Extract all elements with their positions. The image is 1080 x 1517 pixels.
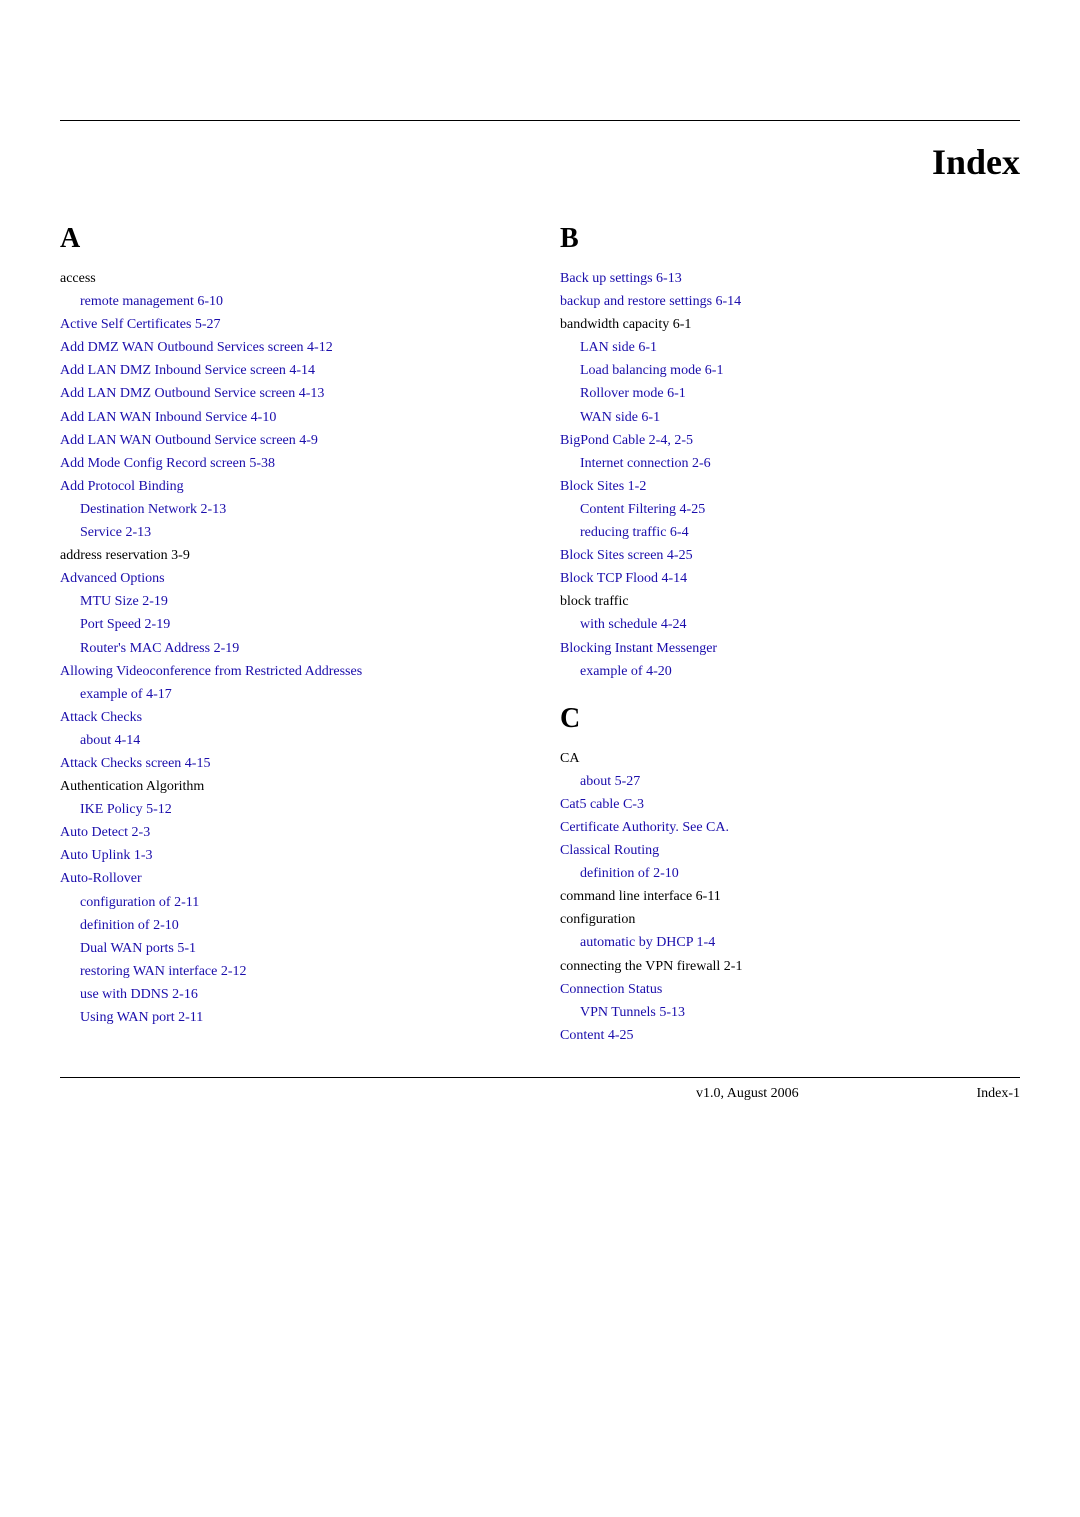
index-entry[interactable]: Add LAN WAN Outbound Service screen 4-9 [60, 429, 520, 452]
index-entry[interactable]: Auto Uplink 1-3 [60, 844, 520, 867]
index-entry[interactable]: restoring WAN interface 2-12 [60, 960, 520, 983]
index-entry[interactable]: automatic by DHCP 1-4 [560, 931, 1020, 954]
index-entry[interactable]: definition of 2-10 [560, 862, 1020, 885]
index-entry[interactable]: with schedule 4-24 [560, 613, 1020, 636]
index-entry[interactable]: Certificate Authority. See CA. [560, 816, 1020, 839]
index-entry[interactable]: Router's MAC Address 2-19 [60, 637, 520, 660]
index-entry[interactable]: Block Sites screen 4-25 [560, 544, 1020, 567]
index-entry[interactable]: Content 4-25 [560, 1024, 1020, 1047]
index-entry[interactable]: Block TCP Flood 4-14 [560, 567, 1020, 590]
entries-c: CAabout 5-27Cat5 cable C-3Certificate Au… [560, 747, 1020, 1047]
index-entry[interactable]: Back up settings 6-13 [560, 267, 1020, 290]
index-entry[interactable]: configuration [560, 908, 1020, 931]
index-entry[interactable]: Cat5 cable C-3 [560, 793, 1020, 816]
index-entry[interactable]: backup and restore settings 6-14 [560, 290, 1020, 313]
index-entry[interactable]: Rollover mode 6-1 [560, 382, 1020, 405]
index-entry[interactable]: Auto Detect 2-3 [60, 821, 520, 844]
index-entry[interactable]: Auto-Rollover [60, 867, 520, 890]
page: Index A accessremote management 6-10Acti… [0, 120, 1080, 1517]
index-entry[interactable]: MTU Size 2-19 [60, 590, 520, 613]
index-entry[interactable]: Add Protocol Binding [60, 475, 520, 498]
index-entry[interactable]: Load balancing mode 6-1 [560, 359, 1020, 382]
index-entry[interactable]: Classical Routing [560, 839, 1020, 862]
footer-pagenum: Index-1 [976, 1086, 1020, 1102]
entries-b: Back up settings 6-13backup and restore … [560, 267, 1020, 683]
index-entry[interactable]: Internet connection 2-6 [560, 452, 1020, 475]
top-rule [60, 120, 1020, 121]
index-entry[interactable]: LAN side 6-1 [560, 336, 1020, 359]
index-entry[interactable]: WAN side 6-1 [560, 406, 1020, 429]
index-entry[interactable]: Connection Status [560, 978, 1020, 1001]
footer-version: v1.0, August 2006 [518, 1086, 976, 1102]
index-entry[interactable]: Using WAN port 2-11 [60, 1006, 520, 1029]
index-entry[interactable]: VPN Tunnels 5-13 [560, 1001, 1020, 1024]
footer: v1.0, August 2006 Index-1 [60, 1086, 1020, 1102]
index-entry[interactable]: configuration of 2-11 [60, 891, 520, 914]
content-area: A accessremote management 6-10Active Sel… [60, 223, 1020, 1047]
column-a: A accessremote management 6-10Active Sel… [60, 223, 520, 1047]
page-title: Index [60, 141, 1020, 183]
index-entry[interactable]: CA [560, 747, 1020, 770]
index-entry[interactable]: example of 4-17 [60, 683, 520, 706]
index-entry[interactable]: Add LAN WAN Inbound Service 4-10 [60, 406, 520, 429]
index-entry[interactable]: Port Speed 2-19 [60, 613, 520, 636]
index-entry[interactable]: BigPond Cable 2-4, 2-5 [560, 429, 1020, 452]
entries-a: accessremote management 6-10Active Self … [60, 267, 520, 1029]
index-entry[interactable]: Add LAN DMZ Outbound Service screen 4-13 [60, 382, 520, 405]
index-entry[interactable]: Attack Checks screen 4-15 [60, 752, 520, 775]
index-entry[interactable]: Advanced Options [60, 567, 520, 590]
index-entry[interactable]: address reservation 3-9 [60, 544, 520, 567]
index-entry[interactable]: reducing traffic 6-4 [560, 521, 1020, 544]
section-letter-b: B [560, 223, 1020, 255]
column-bc: B Back up settings 6-13backup and restor… [560, 223, 1020, 1047]
index-entry[interactable]: Dual WAN ports 5-1 [60, 937, 520, 960]
index-entry[interactable]: bandwidth capacity 6-1 [560, 313, 1020, 336]
index-entry[interactable]: about 4-14 [60, 729, 520, 752]
index-entry[interactable]: Add LAN DMZ Inbound Service screen 4-14 [60, 359, 520, 382]
index-entry[interactable]: access [60, 267, 520, 290]
index-entry[interactable]: use with DDNS 2-16 [60, 983, 520, 1006]
section-letter-a: A [60, 223, 520, 255]
index-entry[interactable]: command line interface 6-11 [560, 885, 1020, 908]
index-entry[interactable]: Add DMZ WAN Outbound Services screen 4-1… [60, 336, 520, 359]
index-entry[interactable]: Blocking Instant Messenger [560, 637, 1020, 660]
index-entry[interactable]: remote management 6-10 [60, 290, 520, 313]
bottom-rule [60, 1077, 1020, 1078]
index-entry[interactable]: Allowing Videoconference from Restricted… [60, 660, 520, 683]
index-entry[interactable]: Authentication Algorithm [60, 775, 520, 798]
index-entry[interactable]: Add Mode Config Record screen 5-38 [60, 452, 520, 475]
index-entry[interactable]: definition of 2-10 [60, 914, 520, 937]
index-entry[interactable]: IKE Policy 5-12 [60, 798, 520, 821]
index-entry[interactable]: Service 2-13 [60, 521, 520, 544]
index-entry[interactable]: block traffic [560, 590, 1020, 613]
index-entry[interactable]: Block Sites 1-2 [560, 475, 1020, 498]
index-entry[interactable]: connecting the VPN firewall 2-1 [560, 955, 1020, 978]
index-entry[interactable]: Active Self Certificates 5-27 [60, 313, 520, 336]
index-entry[interactable]: Attack Checks [60, 706, 520, 729]
index-entry[interactable]: Destination Network 2-13 [60, 498, 520, 521]
index-entry[interactable]: example of 4-20 [560, 660, 1020, 683]
index-entry[interactable]: about 5-27 [560, 770, 1020, 793]
section-letter-c: C [560, 703, 1020, 735]
index-entry[interactable]: Content Filtering 4-25 [560, 498, 1020, 521]
